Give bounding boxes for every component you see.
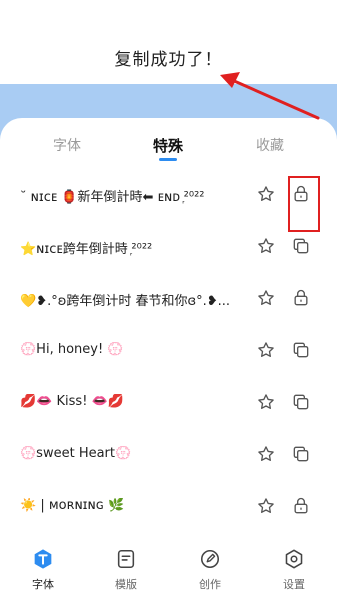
annotation-highlight-box — [288, 176, 320, 232]
star-icon[interactable] — [256, 496, 276, 516]
template-icon — [117, 549, 135, 569]
nav-label: 模版 — [115, 578, 137, 591]
list-item[interactable]: ˘ ɴɪᴄᴇ 🏮新年倒計時⬅ ᴇɴᴅ ᷊²⁰²² — [0, 170, 337, 222]
list-item-text: ☀️ | ᴍᴏʀɴɪɴɢ 🌿 — [20, 498, 125, 513]
toast-area: 复制成功了！ — [0, 0, 337, 84]
list-item[interactable]: ⭐ɴɪᴄᴇ跨年倒計時 ᷊²⁰²² — [0, 222, 337, 274]
lock-icon[interactable] — [291, 288, 311, 308]
list-item-text: 💮sweet Heart💮 — [20, 446, 132, 461]
list-item[interactable]: ☀️ | ᴍᴏʀɴɪɴɢ 🌿 — [0, 482, 337, 534]
copy-icon[interactable] — [291, 236, 311, 256]
list-item[interactable]: 💮sweet Heart💮 — [0, 430, 337, 482]
star-icon[interactable] — [256, 340, 276, 360]
copy-icon[interactable] — [291, 340, 311, 360]
list-item[interactable]: 💋👄 Kiss! 👄💋 — [0, 378, 337, 430]
list-item-text: 💮Hi, honey! 💮 — [20, 342, 124, 357]
font-icon — [34, 549, 52, 569]
nav-label: 创作 — [199, 578, 221, 591]
tab-indicator — [159, 158, 177, 161]
copy-icon[interactable] — [291, 444, 311, 464]
star-icon[interactable] — [256, 288, 276, 308]
star-icon[interactable] — [256, 444, 276, 464]
list-item-text: ⭐ɴɪᴄᴇ跨年倒計時 ᷊²⁰²² — [20, 242, 153, 257]
copy-icon[interactable] — [291, 392, 311, 412]
nav-item-template[interactable]: 模版 — [96, 548, 156, 592]
tab-font[interactable]: 字体 — [37, 135, 97, 155]
star-icon[interactable] — [256, 392, 276, 412]
settings-icon — [285, 549, 303, 569]
nav-item-create[interactable]: 创作 — [180, 548, 240, 592]
list-item[interactable]: 💮Hi, honey! 💮 — [0, 326, 337, 378]
pen-icon — [200, 549, 220, 569]
star-icon[interactable] — [256, 184, 276, 204]
list-item-text: 💛❥.°ʚ跨年倒计时 春节和你ɞ°.❥... — [20, 294, 231, 309]
bottom-nav: 字体 模版 创作 设置 — [0, 540, 337, 600]
nav-label: 设置 — [283, 578, 305, 591]
list-item-text: 💋👄 Kiss! 👄💋 — [20, 394, 124, 409]
nav-label: 字体 — [32, 578, 54, 591]
nav-item-settings[interactable]: 设置 — [264, 548, 324, 592]
lock-icon[interactable] — [291, 496, 311, 516]
list-item[interactable]: 💛❥.°ʚ跨年倒计时 春节和你ɞ°.❥... — [0, 274, 337, 326]
star-icon[interactable] — [256, 236, 276, 256]
list-item-text: ˘ ɴɪᴄᴇ 🏮新年倒計時⬅ ᴇɴᴅ ᷊²⁰²² — [20, 190, 205, 205]
tab-favorites[interactable]: 收藏 — [240, 135, 300, 155]
toast-message: 复制成功了！ — [114, 50, 223, 70]
nav-item-font[interactable]: 字体 — [13, 548, 73, 592]
tab-special[interactable]: 特殊 — [138, 135, 198, 156]
